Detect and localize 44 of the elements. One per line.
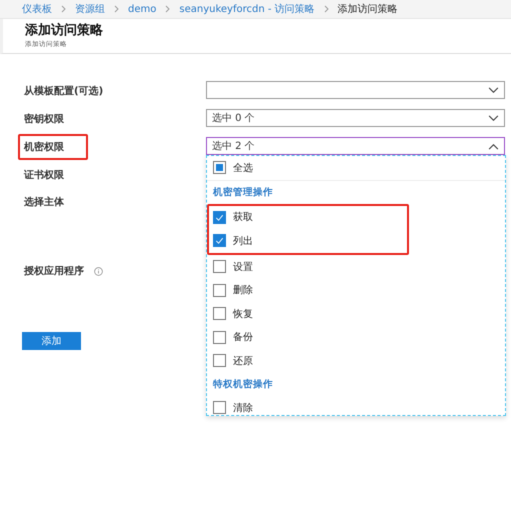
add-button[interactable]: 添加 [22,332,81,350]
checkbox[interactable] [213,161,226,174]
field-label: 从模板配置(可选) [23,84,104,99]
chevron-icon [61,5,66,13]
option-label[interactable]: 设置 [233,260,253,274]
field-label: 密钥权限 [23,112,65,127]
checkbox[interactable] [213,210,226,224]
option-label[interactable]: 还原 [233,354,253,368]
option-label[interactable]: 全选 [233,160,253,175]
check-icon [214,235,225,246]
checkbox[interactable] [213,307,226,320]
group-heading: 机密管理操作 [213,186,274,200]
field-label: 授权应用程序 [22,264,85,279]
info-icon[interactable] [94,266,103,276]
option-label[interactable]: 恢复 [233,306,253,321]
breadcrumb-link[interactable]: seanyukeyforcdn - 访问策略 [179,2,315,16]
chevron-icon [165,5,170,13]
checkbox[interactable] [213,401,226,414]
select-dropdown[interactable] [206,81,505,99]
checkbox[interactable] [213,234,226,248]
breadcrumb-link[interactable]: 资源组 [75,2,105,16]
checkbox[interactable] [213,354,226,368]
page-title: 添加访问策略 [25,23,104,39]
chevron-icon [114,5,119,13]
chevron-icon [488,114,499,122]
option-label[interactable]: 清除 [233,400,253,415]
field-label: 证书权限 [22,168,65,183]
select-dropdown[interactable]: 选中 0 个 [206,109,505,127]
field-label: 选择主体 [23,195,65,210]
field-label: 机密权限 [18,134,88,160]
checkbox[interactable] [213,260,226,274]
option-label[interactable]: 列出 [233,234,253,248]
group-heading: 特权机密操作 [213,378,274,392]
option-label[interactable]: 获取 [233,210,253,224]
checkbox[interactable] [213,330,226,344]
chevron-icon [324,5,329,13]
chevron-icon [488,142,499,150]
chevron-icon [488,86,499,94]
option-label[interactable]: 删除 [233,283,253,298]
breadcrumb-link[interactable]: demo [128,4,156,14]
select-dropdown[interactable]: 选中 2 个 [206,137,505,155]
option-label[interactable]: 备份 [233,330,253,344]
checkbox[interactable] [213,284,226,297]
breadcrumb-link[interactable]: 仪表板 [22,2,52,16]
